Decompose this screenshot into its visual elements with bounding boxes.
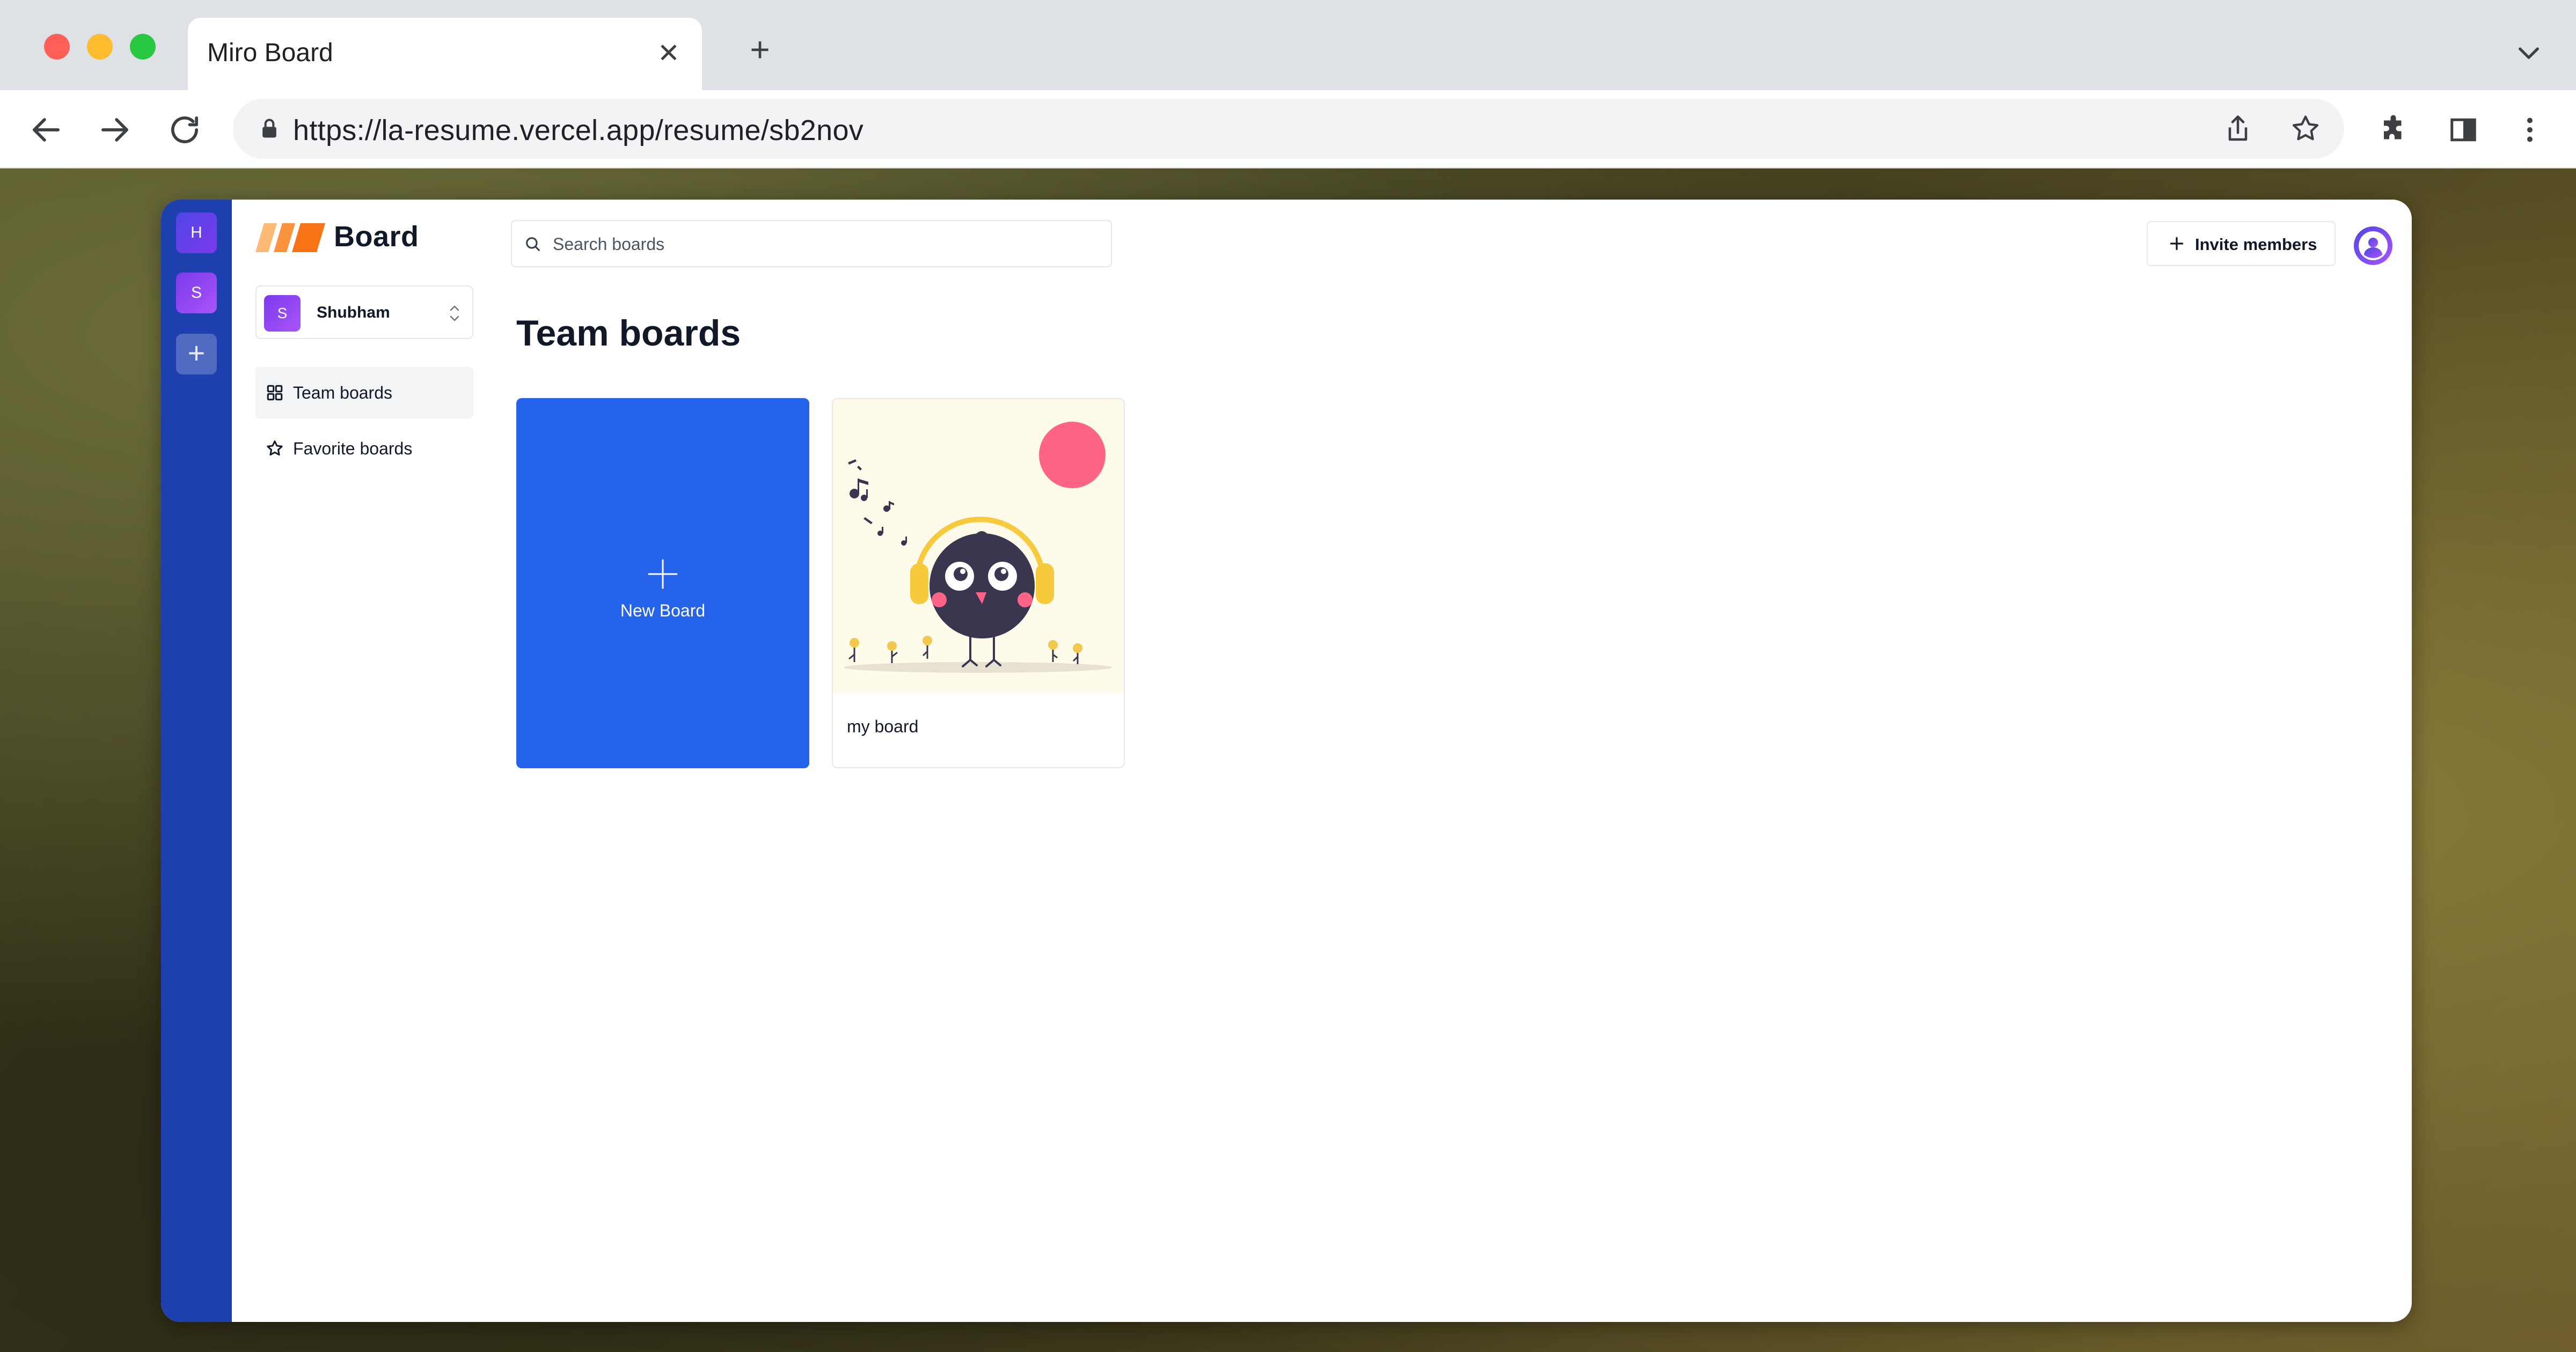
app-window: H S + Board S Shubham Team boards Favori…	[161, 200, 2412, 1322]
grid-icon	[265, 383, 284, 402]
board-logo-icon[interactable]	[255, 223, 325, 252]
org-button-h[interactable]: H	[176, 212, 217, 253]
org-avatar: S	[264, 295, 301, 332]
back-icon[interactable]	[26, 109, 67, 150]
add-org-button[interactable]: +	[176, 334, 217, 374]
page-title: Team boards	[516, 313, 741, 354]
org-button-s[interactable]: S	[176, 273, 217, 313]
sidebar-item-team-boards[interactable]: Team boards	[255, 367, 473, 418]
close-icon[interactable]: ✕	[655, 39, 683, 67]
new-tab-button[interactable]: +	[745, 32, 775, 67]
sidebar-item-label: Team boards	[293, 383, 392, 402]
board-name[interactable]: my board	[847, 717, 918, 737]
chevron-up-down-icon	[447, 302, 463, 325]
sidebar: Board S Shubham Team boards Favorite boa…	[232, 200, 473, 1322]
extensions-icon[interactable]	[2379, 114, 2411, 146]
more-vert-icon[interactable]	[2514, 114, 2546, 146]
plus-icon	[646, 557, 680, 591]
logo-text[interactable]: Board	[334, 220, 419, 253]
browser-tab-bar: Miro Board ✕ +	[0, 0, 2576, 90]
invite-members-button[interactable]: Invite members	[2147, 221, 2336, 266]
share-icon[interactable]	[2222, 113, 2254, 145]
plus-icon	[2167, 234, 2186, 253]
browser-tab[interactable]: Miro Board ✕	[188, 18, 702, 90]
address-bar[interactable]: https://la-resume.vercel.app/resume/sb2n…	[233, 99, 2344, 159]
tab-title: Miro Board	[207, 39, 333, 67]
bookmark-star-icon[interactable]	[2289, 113, 2322, 145]
search-icon	[524, 235, 542, 253]
board-thumbnail	[833, 399, 1124, 693]
browser-toolbar: https://la-resume.vercel.app/resume/sb2n…	[0, 90, 2576, 168]
reload-icon[interactable]	[164, 109, 205, 150]
forward-icon[interactable]	[94, 109, 135, 150]
org-rail: H S +	[161, 200, 232, 1322]
new-board-button[interactable]: New Board	[516, 398, 809, 768]
star-icon	[265, 439, 284, 458]
org-name: Shubham	[317, 304, 390, 321]
url-text[interactable]: https://la-resume.vercel.app/resume/sb2n…	[293, 114, 863, 147]
sidebar-item-favorite-boards[interactable]: Favorite boards	[255, 423, 473, 474]
board-card[interactable]: my board	[832, 398, 1125, 768]
org-switcher[interactable]: S Shubham	[255, 285, 473, 339]
side-panel-icon[interactable]	[2447, 114, 2479, 146]
user-avatar[interactable]	[2354, 226, 2392, 265]
lock-icon[interactable]	[258, 117, 281, 141]
window-minimize-button[interactable]	[87, 34, 113, 60]
new-board-label: New Board	[620, 601, 706, 620]
sidebar-item-label: Favorite boards	[293, 439, 413, 458]
chevron-down-icon[interactable]	[2514, 38, 2544, 68]
search-box[interactable]	[511, 220, 1112, 267]
window-close-button[interactable]	[44, 34, 70, 60]
window-zoom-button[interactable]	[130, 34, 156, 60]
invite-members-label: Invite members	[2195, 235, 2317, 254]
search-input[interactable]	[553, 231, 1089, 258]
